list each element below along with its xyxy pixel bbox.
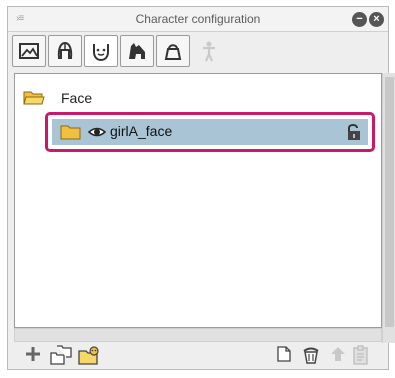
panel-title: Character configuration [135, 12, 261, 26]
lock-icon[interactable] [346, 123, 362, 141]
eye-icon[interactable] [88, 125, 106, 139]
layer-tree[interactable]: Face girlA_face [14, 73, 382, 328]
delete-icon[interactable] [302, 345, 320, 364]
tab-figure[interactable] [192, 35, 226, 67]
tab-picture[interactable] [12, 35, 46, 67]
selected-row[interactable]: girlA_face [52, 119, 368, 145]
figure-icon [203, 41, 215, 62]
close-button[interactable]: × [369, 12, 384, 27]
title-bar: ›≡ Character configuration − × [8, 7, 388, 32]
vertical-scrollbar[interactable] [382, 73, 395, 343]
folder-open-icon[interactable] [23, 90, 45, 106]
folder-icon [60, 125, 81, 140]
paste-icon[interactable] [352, 345, 370, 365]
tab-hair[interactable] [48, 35, 82, 67]
tab-face[interactable] [84, 35, 118, 67]
tree-item-label: Face [61, 90, 93, 106]
bag-icon [164, 44, 182, 60]
tab-bag[interactable] [156, 35, 190, 67]
face-icon [93, 44, 109, 62]
scroll-thumb[interactable] [385, 77, 394, 327]
tree-item-label: girlA_face [110, 123, 173, 139]
character-configuration-panel: ›≡ Character configuration − × Face girl… [7, 6, 395, 370]
upload-icon[interactable] [330, 345, 346, 363]
tab-animal[interactable] [120, 35, 154, 67]
animal-icon [129, 43, 145, 59]
picture-icon [19, 43, 39, 59]
hair-icon [57, 41, 73, 59]
new-folders-icon[interactable] [50, 345, 72, 365]
bottom-toolbar [8, 339, 388, 369]
minimize-button[interactable]: − [352, 12, 367, 27]
new-page-icon[interactable] [276, 345, 292, 363]
tree-item-girla-face[interactable]: girlA_face [45, 112, 375, 152]
add-icon[interactable] [24, 345, 42, 363]
folder-person-icon[interactable] [78, 345, 102, 365]
